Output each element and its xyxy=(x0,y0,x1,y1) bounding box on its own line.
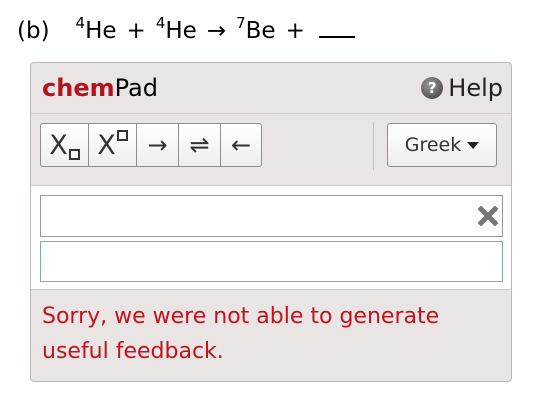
reactant2-mass-number: 4 xyxy=(155,14,166,32)
formatting-button-group: X X → ⇌ ← xyxy=(40,123,262,167)
toolbar-divider xyxy=(373,122,374,170)
subscript-box-icon xyxy=(68,148,80,160)
chevron-down-icon xyxy=(467,141,480,149)
reverse-arrow-button[interactable]: ← xyxy=(220,123,262,167)
superscript-x-glyph: X xyxy=(97,129,116,161)
answer-blank xyxy=(318,14,355,38)
reactant1-symbol: He xyxy=(85,18,117,44)
formula-preview-field xyxy=(40,241,503,282)
right-arrow-icon: → xyxy=(147,131,168,159)
chempad-toolbar: X X → ⇌ ← Greek xyxy=(31,114,511,184)
greek-dropdown-button[interactable]: Greek xyxy=(387,123,497,167)
question-line: (b) 4 He + 4 He → 7 Be + xyxy=(17,14,355,48)
chempad-title-chem: chem xyxy=(42,74,115,102)
equilibrium-arrows-icon: ⇌ xyxy=(189,131,210,159)
chempad-title: chemPad xyxy=(42,73,158,103)
superscript-button[interactable]: X xyxy=(88,123,136,167)
equilibrium-arrow-button[interactable]: ⇌ xyxy=(178,123,220,167)
subscript-button[interactable]: X xyxy=(40,123,88,167)
question-part-label: (b) xyxy=(17,18,50,44)
chempad-header: chemPad ? Help xyxy=(31,63,511,114)
plus-sign: + xyxy=(126,18,146,44)
close-x-icon[interactable] xyxy=(478,206,498,226)
left-arrow-icon: ← xyxy=(230,131,252,159)
reaction-arrow-button[interactable]: → xyxy=(136,123,178,167)
product1-symbol: Be xyxy=(245,18,276,44)
greek-label: Greek xyxy=(404,134,462,156)
chempad-title-pad: Pad xyxy=(114,74,158,102)
chempad-panel: chemPad ? Help X X → ⇌ ← Greek Sorry, we… xyxy=(30,62,512,382)
help-label: Help xyxy=(448,74,503,102)
chemistry-input-field[interactable] xyxy=(40,195,503,237)
reactant1-mass-number: 4 xyxy=(75,14,86,32)
chempad-input-area xyxy=(31,185,511,290)
product1-mass-number: 7 xyxy=(236,14,246,32)
subscript-x-glyph: X xyxy=(49,129,68,161)
feedback-message: Sorry, we were not able to generate usef… xyxy=(42,304,440,364)
plus-sign: + xyxy=(285,18,305,44)
help-button[interactable]: ? Help xyxy=(421,73,503,103)
superscript-box-icon xyxy=(116,129,128,141)
reactant2-symbol: He xyxy=(165,18,197,44)
question-mark-icon: ? xyxy=(421,77,444,99)
reaction-arrow: → xyxy=(206,18,227,44)
